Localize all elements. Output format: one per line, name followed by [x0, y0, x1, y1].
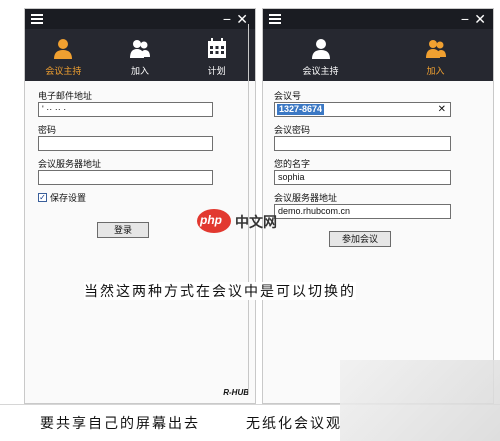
checkmark-icon: ✓	[38, 193, 47, 202]
tab-label: 加入	[426, 66, 445, 76]
close-icon[interactable]: ✕	[474, 11, 486, 27]
caption-bottom-right: 无纸化会议观	[246, 414, 342, 432]
title-bar: − ✕	[263, 9, 493, 29]
tab-join[interactable]: 加入	[378, 29, 493, 81]
menu-icon[interactable]	[31, 14, 43, 24]
tab-join[interactable]: 加入	[102, 29, 179, 81]
nav-bar: 会议主持 加入	[263, 29, 493, 81]
nav-bar: 会议主持 加入 计划	[25, 29, 255, 81]
server-label: 会议服务器地址	[274, 193, 338, 203]
login-button[interactable]: 登录	[97, 222, 149, 238]
clear-icon[interactable]: ✕	[438, 103, 446, 116]
password-field[interactable]	[38, 136, 213, 151]
person-icon	[54, 39, 73, 59]
tab-label: 会议主持	[302, 66, 339, 76]
people-icon	[425, 40, 446, 58]
tab-host-meeting[interactable]: 会议主持	[263, 29, 378, 81]
close-icon[interactable]: ✕	[236, 11, 248, 27]
save-settings-label: 保存设置	[50, 193, 87, 203]
tab-label: 加入	[131, 66, 150, 76]
tab-label: 计划	[207, 66, 226, 76]
tab-schedule[interactable]: 计划	[178, 29, 255, 81]
server-field[interactable]	[38, 170, 213, 185]
calendar-icon	[207, 38, 226, 58]
brand-logo: R-HUB	[223, 388, 249, 397]
meeting-password-label: 会议密码	[274, 125, 311, 135]
meeting-password-field[interactable]	[274, 136, 451, 151]
tab-host-meeting[interactable]: 会议主持	[25, 29, 102, 81]
meeting-id-field[interactable]: 1327-8674 ✕	[274, 102, 451, 117]
your-name-field[interactable]: sophia	[274, 170, 451, 185]
blurred-corner	[340, 360, 500, 441]
minimize-icon[interactable]: −	[461, 11, 469, 27]
minimize-icon[interactable]: −	[223, 11, 231, 27]
meeting-id-value: 1327-8674	[277, 104, 325, 115]
title-bar: − ✕	[25, 9, 255, 29]
php-text: php	[200, 213, 222, 227]
email-field[interactable]: ' ·· ·· ·	[38, 102, 213, 117]
menu-icon[interactable]	[269, 14, 281, 24]
password-label: 密码	[38, 125, 57, 135]
meeting-id-label: 会议号	[274, 91, 302, 101]
php-cn-watermark: php 中文网	[196, 206, 292, 236]
caption-bottom-left: 要共享自己的屏幕出去	[40, 414, 200, 432]
caption-center: 当然这两种方式在会议中是可以切换的	[84, 282, 356, 300]
server-label: 会议服务器地址	[38, 159, 102, 169]
join-window: − ✕ 会议主持 加入 会议号 1327-8674 ✕ 会议密码 您的名字 so…	[262, 8, 494, 404]
join-meeting-button[interactable]: 参加会议	[329, 231, 391, 247]
people-icon	[130, 40, 150, 58]
save-settings-checkbox[interactable]: ✓ 保存设置	[38, 193, 138, 205]
your-name-label: 您的名字	[274, 159, 311, 169]
site-text: 中文网	[235, 214, 277, 230]
tab-label: 会议主持	[45, 66, 82, 76]
server-field[interactable]: demo.rhubcom.cn	[274, 204, 451, 219]
email-label: 电子邮件地址	[38, 91, 93, 101]
person-icon	[311, 39, 330, 59]
